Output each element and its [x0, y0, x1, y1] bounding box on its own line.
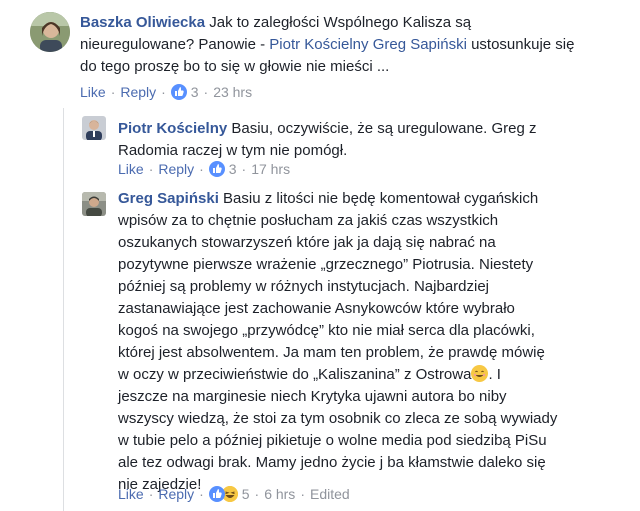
- comment-actions: Like · Reply · 3 · 23 hrs: [80, 83, 252, 101]
- comment-line: później są problemy w różnych instytucja…: [118, 278, 490, 295]
- separator-dot: ·: [199, 161, 204, 177]
- avatar-baszka[interactable]: [30, 12, 70, 52]
- reply-button[interactable]: Reply: [158, 486, 194, 502]
- comment-line: której jest absolwentem. Ja mam ten prob…: [118, 344, 545, 361]
- comment-line: wszyscy wiedzą, że stoi za tym osobnik c…: [118, 410, 558, 427]
- separator-dot: ·: [199, 486, 204, 502]
- comment-line: pozytywne pierwsze wrażenie „grzecznego”…: [118, 256, 534, 273]
- separator-dot: ·: [300, 486, 305, 502]
- like-button[interactable]: Like: [118, 161, 144, 177]
- comment-line: ale tez odwagi brak. Mamy jedno życie j …: [118, 454, 546, 471]
- separator-dot: ·: [148, 161, 154, 177]
- reply-thread-line: [63, 108, 64, 511]
- edited-label[interactable]: Edited: [310, 486, 350, 502]
- comment-line: ustosunkuje się: [466, 36, 575, 53]
- comment-text-piotr: Piotr Kościelny Basiu, oczywiście, że są…: [118, 118, 537, 162]
- mention-piotr[interactable]: Piotr Kościelny: [269, 36, 368, 53]
- avatar-piotr[interactable]: [82, 116, 106, 140]
- separator-dot: ·: [148, 486, 154, 502]
- author-name[interactable]: Greg Sapiński: [118, 190, 219, 207]
- separator-dot: ·: [161, 84, 166, 100]
- comment-line: nieuregulowane? Panowie -: [80, 36, 270, 53]
- timestamp[interactable]: 23 hrs: [213, 84, 252, 100]
- separator-dot: ·: [241, 161, 247, 177]
- comment-line: wpisów za to chętnie posłucham za jakiś …: [118, 212, 499, 229]
- smiling-face-emoji-icon: [471, 365, 489, 382]
- comment-line: Radomia raczej w tym nie pomógł.: [118, 142, 348, 159]
- timestamp[interactable]: 6 hrs: [264, 486, 295, 502]
- reaction-count[interactable]: 3: [229, 161, 237, 177]
- separator-dot: ·: [203, 84, 209, 100]
- author-name[interactable]: Baszka Oliwiecka: [80, 14, 205, 31]
- comment-line: Basiu z litości nie będę komentował cyga…: [223, 190, 539, 207]
- reaction-count[interactable]: 3: [191, 84, 199, 100]
- comment-line: Jak to zaległości Wspólnego Kalisza są: [209, 14, 472, 31]
- comment-actions: Like · Reply · 3 · 17 hrs: [118, 160, 290, 178]
- comment-line: oszukanych stowarzyszeń które jak ja daj…: [118, 234, 496, 251]
- comment-text-baszka: Baszka Oliwiecka Jak to zaległości Wspól…: [80, 12, 574, 78]
- author-name[interactable]: Piotr Kościelny: [118, 120, 227, 137]
- like-reaction-icon[interactable]: [170, 84, 187, 100]
- like-button[interactable]: Like: [80, 84, 106, 100]
- comment-line: do tego proszę bo to się w głowie nie mi…: [80, 58, 390, 75]
- like-reaction-icon[interactable]: [208, 161, 225, 177]
- comment-line: w oczy w przeciwieństwie do „Kaliszanina…: [118, 366, 472, 383]
- reply-button[interactable]: Reply: [120, 84, 156, 100]
- comment-line: zastanawiające jest zachowanie Asnykowcó…: [118, 300, 515, 317]
- reply-button[interactable]: Reply: [158, 161, 194, 177]
- reaction-count[interactable]: 5: [242, 486, 250, 502]
- separator-dot: ·: [254, 486, 260, 502]
- comment-line: jeszcze na marginesie niech Krytyka ujaw…: [118, 388, 507, 405]
- separator-dot: ·: [110, 84, 116, 100]
- comment-line: . I: [488, 366, 501, 383]
- mention-greg[interactable]: Greg Sapiński: [373, 36, 467, 53]
- like-reaction-icon[interactable]: [208, 486, 225, 502]
- timestamp[interactable]: 17 hrs: [251, 161, 290, 177]
- comment-line: kogoś na swojego „przywódcę” kto nie mia…: [118, 322, 535, 339]
- comment-actions: Like · Reply · 5 · 6 hrs · Edited: [118, 485, 350, 503]
- comment-line: w tubie pelo a później pikietuje o wolne…: [118, 432, 547, 449]
- comment-line: Basiu, oczywiście, że są uregulowane. Gr…: [231, 120, 537, 137]
- like-button[interactable]: Like: [118, 486, 144, 502]
- comment-text-greg: Greg Sapiński Basiu z litości nie będę k…: [118, 188, 557, 496]
- avatar-greg[interactable]: [82, 192, 106, 216]
